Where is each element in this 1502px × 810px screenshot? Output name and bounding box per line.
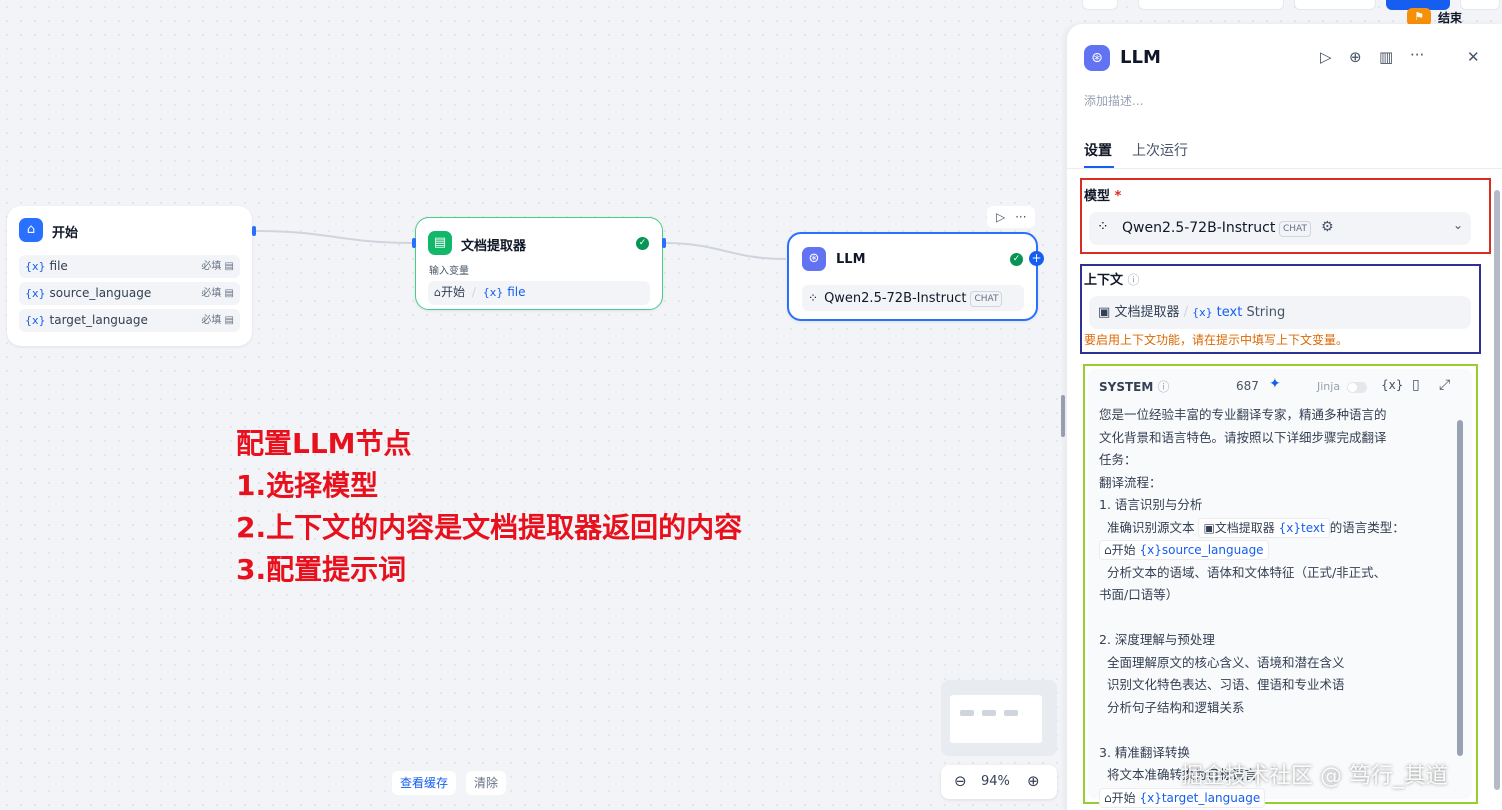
llm-node[interactable]: ⊛ LLM ✓ ⁘ Qwen2.5-72B-Instruct CHAT bbox=[787, 232, 1038, 321]
toolbar-button-3[interactable] bbox=[1294, 0, 1376, 10]
panel-scrollbar[interactable] bbox=[1494, 190, 1500, 790]
annotation-line-4: 3.配置提示词 bbox=[236, 553, 407, 586]
annotation-line-1: 配置LLM节点 bbox=[236, 427, 412, 460]
toolbar-button-4[interactable] bbox=[1460, 0, 1500, 10]
more-icon[interactable]: ··· bbox=[1410, 46, 1424, 64]
zoom-in-icon[interactable]: ⊕ bbox=[1027, 772, 1040, 790]
llm-node-model: ⁘ Qwen2.5-72B-Instruct CHAT bbox=[802, 285, 1024, 311]
model-name: Qwen2.5-72B-Instruct bbox=[1122, 220, 1276, 236]
add-node-button[interactable]: + bbox=[1029, 251, 1044, 266]
doc-extractor-input: ⌂开始 / {x} file bbox=[428, 281, 650, 305]
zoom-level[interactable]: 94% bbox=[981, 774, 1010, 789]
toolbar-button-2[interactable] bbox=[1138, 0, 1284, 10]
annotation-line-3: 2.上下文的内容是文档提取器返回的内容 bbox=[236, 511, 743, 544]
clear-button[interactable]: 清除 bbox=[466, 771, 507, 795]
run-icon[interactable]: ▷ bbox=[996, 210, 1005, 224]
start-output-handle[interactable] bbox=[252, 226, 256, 236]
start-var-target-language: {x} target_language 必填 ▤ bbox=[19, 309, 240, 332]
doc-extractor-output-handle[interactable] bbox=[662, 238, 666, 248]
variable-icon: {x} bbox=[25, 260, 46, 273]
annotation-line-2: 1.选择模型 bbox=[236, 469, 379, 502]
start-node[interactable]: ⌂ 开始 {x} file 必填 ▤ {x} source_language 必填 … bbox=[7, 206, 252, 346]
llm-icon: ⊛ bbox=[802, 247, 826, 271]
inline-var-source-language: ⌂开始 {x}source_language bbox=[1099, 540, 1269, 560]
model-params-icon[interactable]: ⚙ bbox=[1321, 219, 1334, 235]
model-selector[interactable]: ⁘ Qwen2.5-72B-Instruct CHAT ⚙ ⌄ bbox=[1089, 212, 1471, 245]
prompt-scrollbar[interactable] bbox=[1457, 420, 1463, 756]
doc-extractor-title: 文档提取器 bbox=[461, 239, 527, 254]
watermark: 掘金技术社区 @ 笃行_其道 bbox=[1181, 764, 1448, 789]
variable-icon: {x} bbox=[1192, 306, 1213, 319]
tab-settings[interactable]: 设置 bbox=[1084, 140, 1112, 160]
doc-extractor-icon: ▣ bbox=[1098, 305, 1111, 320]
home-icon: ⌂ bbox=[19, 218, 43, 242]
expand-icon[interactable]: ⤢ bbox=[1439, 377, 1450, 393]
description-input[interactable]: 添加描述... bbox=[1084, 92, 1143, 109]
system-label: SYSTEM ⓘ bbox=[1099, 380, 1170, 394]
token-count: 687 bbox=[1236, 379, 1259, 393]
home-icon: ⌂ bbox=[434, 286, 441, 299]
inline-var-doc-text: ▣文档提取器 {x}text bbox=[1198, 517, 1330, 538]
doc-extractor-input-handle[interactable] bbox=[412, 238, 416, 248]
crosshair-icon[interactable]: ⊕ bbox=[1349, 48, 1362, 66]
zoom-control: ⊖ 94% ⊕ bbox=[941, 765, 1057, 799]
sparkle-icon[interactable]: ✦ bbox=[1269, 376, 1281, 392]
inline-var-target-language: ⌂开始 {x}target_language bbox=[1099, 787, 1266, 808]
chat-badge: CHAT bbox=[1279, 221, 1312, 237]
panel-resize-handle[interactable] bbox=[1061, 395, 1065, 437]
llm-node-actions: ▷ ··· bbox=[987, 206, 1035, 228]
variable-icon: {x} bbox=[25, 314, 46, 327]
run-icon[interactable]: ▷ bbox=[1320, 48, 1332, 66]
panel-title: LLM bbox=[1120, 47, 1161, 68]
llm-node-title: LLM bbox=[836, 252, 866, 267]
llm-settings-panel: ⊛ LLM ▷ ⊕ ▥ ··· ✕ 添加描述... 设置 上次运行 模型 * ⁘… bbox=[1066, 24, 1502, 810]
more-icon[interactable]: ··· bbox=[1015, 210, 1026, 224]
context-label: 上下文 ⓘ bbox=[1084, 273, 1140, 288]
success-check-icon: ✓ bbox=[636, 237, 649, 250]
system-prompt-text[interactable]: 您是一位经验丰富的专业翻译专家，精通多种语言的 文化背景和语言特色。请按照以下详… bbox=[1099, 404, 1435, 809]
insert-variable-button[interactable]: {x} bbox=[1381, 378, 1403, 392]
model-icon: ⁘ bbox=[1097, 219, 1109, 235]
book-icon[interactable]: ▥ bbox=[1379, 48, 1393, 66]
start-var-file: {x} file 必填 ▤ bbox=[19, 255, 240, 278]
variable-icon: {x} bbox=[25, 287, 46, 300]
doc-extractor-icon: ▤ bbox=[428, 231, 452, 255]
success-check-icon: ✓ bbox=[1010, 253, 1023, 266]
tab-last-run[interactable]: 上次运行 bbox=[1132, 140, 1188, 160]
jinja-toggle-label: Jinja bbox=[1317, 380, 1341, 393]
start-var-source-language: {x} source_language 必填 ▤ bbox=[19, 282, 240, 305]
chat-badge: CHAT bbox=[970, 291, 1003, 307]
input-var-label: 输入变量 bbox=[429, 266, 469, 277]
model-label: 模型 * bbox=[1084, 189, 1122, 204]
model-icon: ⁘ bbox=[808, 291, 819, 305]
context-warning: 要启用上下文功能，请在提示中填写上下文变量。 bbox=[1084, 333, 1349, 347]
zoom-out-icon[interactable]: ⊖ bbox=[954, 772, 967, 790]
toolbar-button-1[interactable] bbox=[1082, 0, 1118, 10]
tabs-divider bbox=[1067, 168, 1502, 169]
edge-connectors bbox=[255, 230, 787, 260]
view-cache-button[interactable]: 查看缓存 bbox=[392, 771, 457, 795]
help-icon: ⓘ bbox=[1127, 273, 1140, 287]
panel-llm-icon: ⊛ bbox=[1084, 45, 1110, 71]
doc-extractor-node[interactable]: ▤ 文档提取器 ✓ 输入变量 ⌂开始 / {x} file bbox=[415, 217, 663, 310]
help-icon: ⓘ bbox=[1157, 380, 1170, 394]
jinja-toggle[interactable] bbox=[1347, 382, 1367, 393]
clipboard-icon[interactable]: ▯ bbox=[1412, 377, 1420, 393]
minimap[interactable] bbox=[941, 680, 1057, 756]
start-node-title: 开始 bbox=[52, 226, 79, 241]
chevron-down-icon: ⌄ bbox=[1453, 218, 1464, 232]
context-variable[interactable]: ▣ 文档提取器 / {x} text String bbox=[1089, 296, 1471, 329]
variable-icon: {x} bbox=[482, 286, 504, 299]
close-icon[interactable]: ✕ bbox=[1467, 48, 1480, 66]
